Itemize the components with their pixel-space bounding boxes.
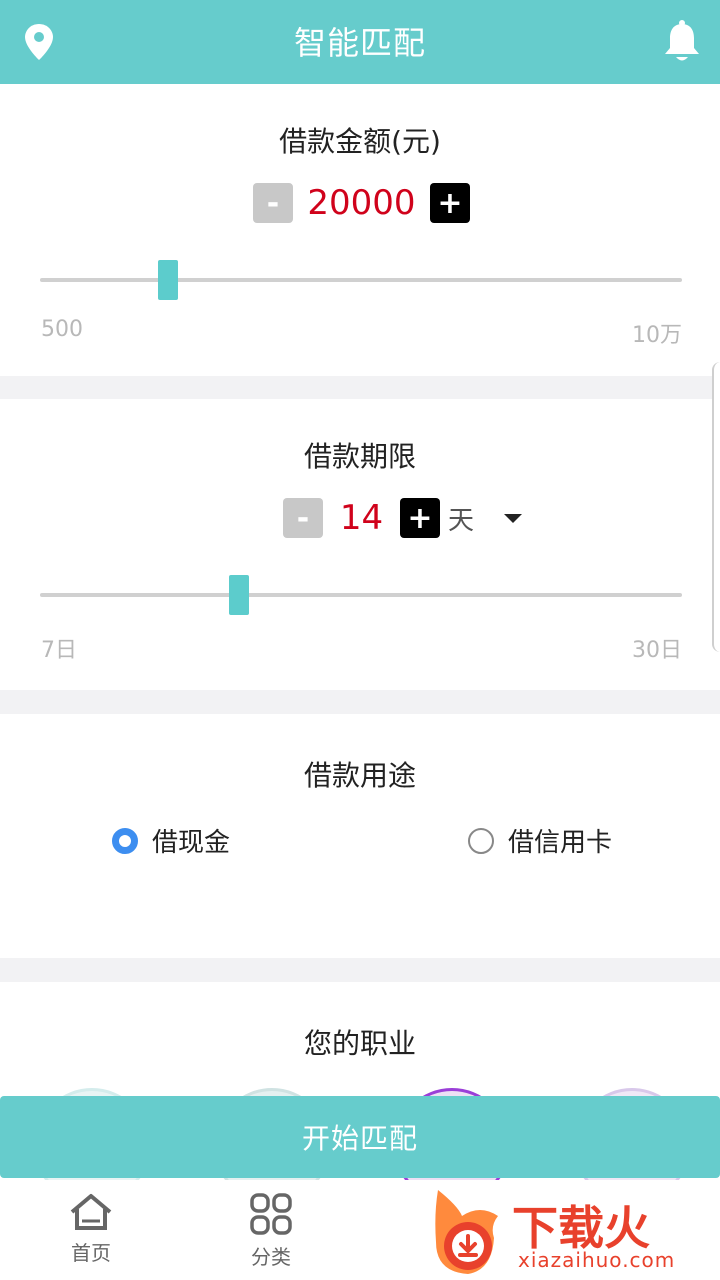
- radio-cash-label: 借现金: [152, 828, 231, 858]
- dropdown-arrow-icon[interactable]: [502, 511, 524, 525]
- term-value: 14: [339, 498, 384, 538]
- purpose-title: 借款用途: [303, 759, 416, 792]
- term-max-label: 30日: [632, 638, 682, 663]
- bell-icon[interactable]: [662, 18, 702, 64]
- amount-value: 20000: [307, 183, 416, 223]
- term-unit[interactable]: 天: [448, 500, 474, 537]
- radio-credit-card[interactable]: 借信用卡: [468, 822, 612, 859]
- amount-plus-button[interactable]: +: [430, 183, 470, 223]
- scroll-edge-indicator: [712, 362, 720, 652]
- tab-category-label: 分类: [251, 1245, 291, 1269]
- term-section: 借款期限 - 14 + 天 7日 30日: [0, 399, 720, 690]
- amount-slider-thumb[interactable]: [158, 260, 179, 300]
- watermark-domain: xiazaihuo.com: [518, 1248, 676, 1272]
- occupation-title: 您的职业: [303, 1027, 416, 1060]
- amount-max-label: 10万: [632, 323, 682, 348]
- radio-cash[interactable]: 借现金: [112, 822, 230, 859]
- purpose-section: 借款用途 借现金 借信用卡: [0, 714, 720, 958]
- watermark: 下载火 xiazaihuo.com: [428, 1186, 720, 1280]
- radio-cash-indicator[interactable]: [112, 827, 138, 854]
- amount-title: 借款金额(元): [279, 125, 441, 158]
- term-plus-button[interactable]: +: [400, 498, 440, 538]
- amount-stepper: - 20000 +: [253, 183, 470, 223]
- term-min-label: 7日: [41, 638, 77, 663]
- term-slider-track[interactable]: [40, 593, 682, 597]
- amount-slider-track[interactable]: [40, 278, 682, 282]
- radio-credit-card-label: 借信用卡: [508, 828, 613, 858]
- tab-home-label: 首页: [71, 1241, 111, 1265]
- term-stepper: - 14 + 天: [283, 498, 524, 538]
- radio-credit-card-indicator[interactable]: [468, 827, 494, 854]
- tab-category[interactable]: 分类: [226, 1192, 316, 1270]
- app-header: 智能匹配: [0, 0, 720, 84]
- start-match-button[interactable]: 开始匹配: [0, 1096, 720, 1178]
- amount-minus-button[interactable]: -: [253, 183, 293, 223]
- term-minus-button[interactable]: -: [283, 498, 323, 538]
- category-grid-icon: [250, 1193, 292, 1235]
- tab-home[interactable]: 首页: [46, 1192, 136, 1266]
- amount-section: 借款金额(元) - 20000 + 500 10万: [0, 84, 720, 376]
- amount-min-label: 500: [41, 317, 83, 342]
- term-title: 借款期限: [303, 440, 416, 473]
- home-icon: [70, 1194, 112, 1230]
- watermark-logo-icon: [435, 1190, 498, 1274]
- term-slider-thumb[interactable]: [229, 575, 250, 615]
- page-title: 智能匹配: [293, 24, 426, 62]
